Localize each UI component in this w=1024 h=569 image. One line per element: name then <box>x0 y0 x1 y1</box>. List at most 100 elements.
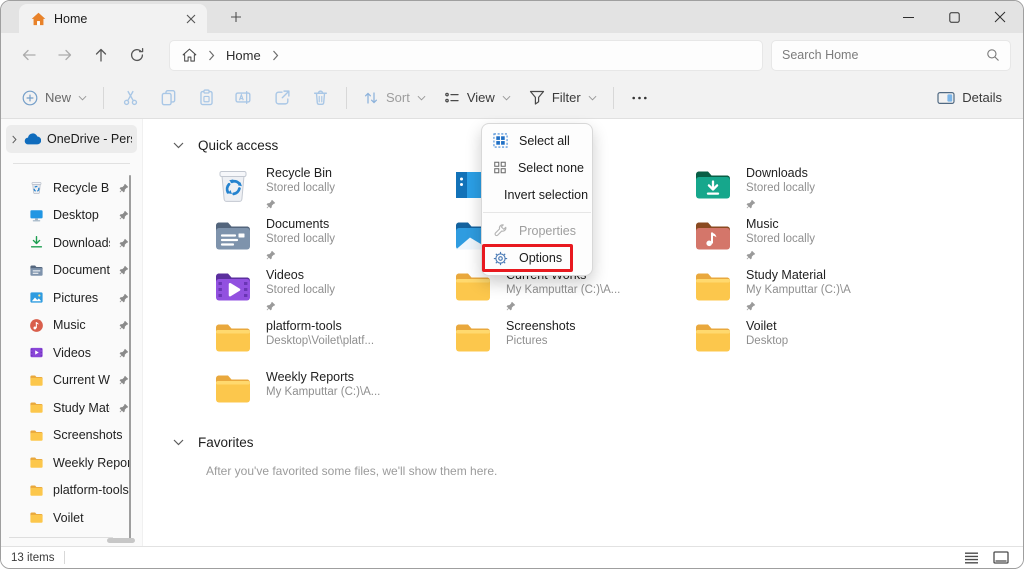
item-texts: Music Stored locally <box>746 216 815 267</box>
pin-icon <box>119 375 129 385</box>
filter-funnel-icon <box>529 90 545 105</box>
quick-access-item[interactable]: Study Material My Kamputtar (C:)\A <box>693 267 933 318</box>
documents-icon <box>29 263 44 278</box>
breadcrumb-item-home[interactable]: Home <box>226 48 261 63</box>
sidebar-item[interactable]: Music <box>1 312 142 340</box>
favorites-header[interactable]: Favorites <box>173 432 1023 452</box>
chevron-down-icon[interactable] <box>173 142 184 149</box>
tab-close-icon[interactable] <box>181 9 201 29</box>
sidebar-item[interactable]: Desktop <box>1 202 142 230</box>
sidebar-item[interactable]: Weekly Reports <box>1 449 142 477</box>
toolbar-edit-button[interactable] <box>301 82 339 114</box>
see-more-button[interactable] <box>621 82 659 114</box>
item-name: Voilet <box>746 319 788 334</box>
search-input[interactable]: Search Home <box>771 40 1011 71</box>
status-separator <box>64 551 65 564</box>
quick-access-header[interactable]: Quick access <box>173 135 1023 155</box>
quick-access-item[interactable]: platform-tools Desktop\Voilet\platf... <box>213 318 453 369</box>
view-button-label: View <box>467 90 495 105</box>
item-name: Recycle Bin <box>266 166 335 181</box>
quick-access-item[interactable]: Videos Stored locally <box>213 267 453 318</box>
menu-item[interactable]: Properties <box>482 217 592 244</box>
sidebar-item-label: Voilet <box>53 511 129 525</box>
toolbar-edit-button[interactable] <box>111 82 149 114</box>
breadcrumb-chevron-icon[interactable] <box>272 50 279 61</box>
toolbar-edit-button[interactable] <box>187 82 225 114</box>
folder-icon <box>29 455 44 470</box>
delete-icon <box>312 89 329 106</box>
quick-access-item[interactable]: Downloads Stored locally <box>693 165 933 216</box>
menu-item-label: Select all <box>519 134 570 148</box>
sidebar-item-label: Recycle Bin <box>53 181 110 195</box>
back-button[interactable] <box>11 40 47 70</box>
sort-arrows-icon <box>363 90 379 106</box>
breadcrumb-home-icon[interactable] <box>182 48 197 62</box>
menu-item-label: Select none <box>518 161 584 175</box>
navigation-bar: Home Search Home <box>1 33 1023 77</box>
sidebar-item[interactable]: Current Works <box>1 367 142 395</box>
sidebar-item[interactable]: Videos <box>1 339 142 367</box>
sidebar-scrollbar-vertical[interactable] <box>129 175 132 541</box>
window-controls <box>885 1 1023 33</box>
sidebar-item[interactable]: Downloads <box>1 229 142 257</box>
forward-button[interactable] <box>47 40 83 70</box>
quick-access-item[interactable]: Documents Stored locally <box>213 216 453 267</box>
address-bar[interactable]: Home <box>169 40 763 71</box>
toolbar-edit-button[interactable] <box>149 82 187 114</box>
view-list-icon <box>444 90 460 106</box>
chevron-right-icon[interactable] <box>11 135 18 144</box>
toolbar-edit-button[interactable] <box>263 82 301 114</box>
toolbar-edit-button[interactable] <box>225 82 263 114</box>
menu-item[interactable]: Select all <box>482 127 592 154</box>
new-tab-button[interactable] <box>223 5 249 29</box>
sidebar-item[interactable]: Study Material <box>1 394 142 422</box>
filter-button[interactable]: Filter <box>520 82 606 114</box>
item-icon <box>693 267 735 307</box>
sidebar-item[interactable]: platform-tools <box>1 477 142 505</box>
view-button[interactable]: View <box>435 82 520 114</box>
new-button-label: New <box>45 90 71 105</box>
item-sublabel: Pictures <box>506 334 575 349</box>
minimize-button[interactable] <box>885 1 931 33</box>
details-view-icon[interactable] <box>964 551 979 564</box>
sidebar-scrollbar-horizontal[interactable] <box>107 538 135 543</box>
chevron-down-icon <box>78 95 87 101</box>
sidebar-pinned-list: Recycle Bin <box>1 174 142 532</box>
details-button[interactable]: Details <box>928 82 1011 114</box>
menu-item[interactable]: Invert selection <box>482 181 592 208</box>
chevron-down-icon[interactable] <box>173 439 184 446</box>
folder-icon <box>29 400 44 415</box>
sidebar-item[interactable]: Pictures <box>1 284 142 312</box>
menu-item[interactable]: Options <box>482 244 573 272</box>
folder-icon <box>213 369 253 409</box>
quick-access-item[interactable]: Music Stored locally <box>693 216 933 267</box>
quick-access-item[interactable]: Voilet Desktop <box>693 318 933 369</box>
pin-icon <box>746 301 851 311</box>
up-button[interactable] <box>83 40 119 70</box>
sidebar-item[interactable]: Screenshots <box>1 422 142 450</box>
sidebar-item[interactable]: Documents <box>1 257 142 285</box>
search-icon[interactable] <box>986 48 1000 62</box>
folder-icon <box>29 510 44 525</box>
new-button[interactable]: New <box>13 82 96 114</box>
sidebar-item-onedrive[interactable]: OneDrive - Personal <box>6 125 137 153</box>
sidebar-item[interactable]: Recycle Bin <box>1 174 142 202</box>
recycle-bin-icon <box>29 180 44 195</box>
quick-access-item[interactable]: Weekly Reports My Kamputtar (C:)\A... <box>213 369 453 420</box>
close-button[interactable] <box>977 1 1023 33</box>
paste-icon <box>198 89 215 106</box>
item-texts: Downloads Stored locally <box>746 165 815 216</box>
pin-icon <box>119 238 129 248</box>
maximize-button[interactable] <box>931 1 977 33</box>
quick-access-item[interactable]: Recycle Bin Stored locally <box>213 165 453 216</box>
refresh-button[interactable] <box>119 40 155 70</box>
large-icons-view-icon[interactable] <box>993 551 1009 564</box>
item-sublabel: My Kamputtar (C:)\A... <box>506 283 620 298</box>
menu-item[interactable]: Select none <box>482 154 592 181</box>
quick-access-title: Quick access <box>198 138 278 153</box>
tab-home[interactable]: Home <box>19 4 207 33</box>
sidebar-item[interactable]: Voilet <box>1 504 142 532</box>
quick-access-item[interactable]: Screenshots Pictures <box>453 318 693 369</box>
sort-button[interactable]: Sort <box>354 82 435 114</box>
onedrive-cloud-icon <box>24 133 41 145</box>
